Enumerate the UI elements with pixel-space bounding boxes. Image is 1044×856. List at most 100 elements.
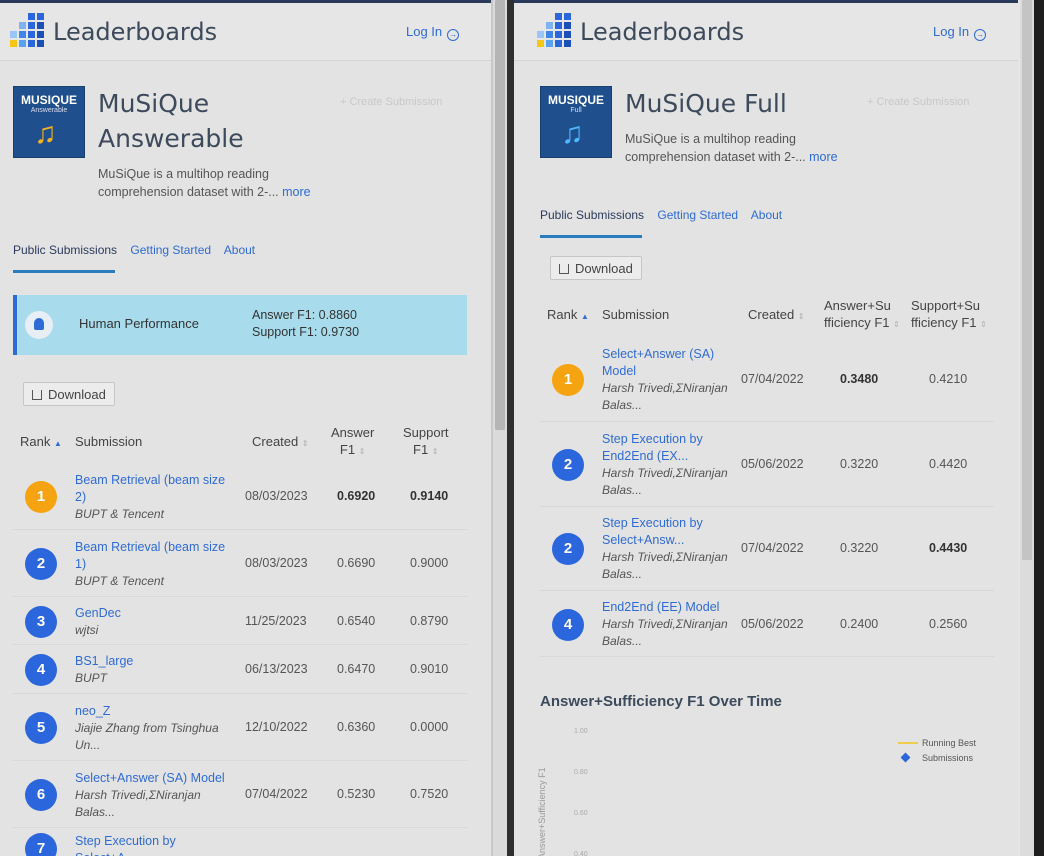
submission-title-cont[interactable]: Model [602, 363, 636, 380]
col-support-sufficiency-f1[interactable]: Support+Su fficiency F1 ⇕ [911, 297, 987, 333]
rank-badge: 1 [25, 481, 57, 513]
submission-title[interactable]: Step Execution by [602, 431, 703, 448]
submission-title[interactable]: BS1_large [75, 653, 133, 670]
submission-title[interactable]: Beam Retrieval (beam size [75, 472, 225, 489]
table-row[interactable]: 2 Beam Retrieval (beam size 1) BUPT & Tence… [13, 531, 467, 597]
submission-title[interactable]: Step Execution by [75, 833, 176, 850]
dataset-thumbnail: MUSIQUE Full ♫ [540, 86, 612, 158]
tab-about[interactable]: About [224, 243, 255, 257]
submission-author: Harsh Trivedi,ΣNiranjan [602, 466, 728, 480]
dataset-description: MuSiQue is a multihop reading comprehens… [98, 167, 311, 199]
submission-author-cont: Balas... [602, 483, 643, 497]
created-date: 07/04/2022 [245, 787, 308, 801]
leaderboards-logo-icon [537, 13, 571, 47]
answer-f1-value: 0.6470 [337, 662, 376, 676]
support-f1-value: 0.0000 [410, 720, 449, 734]
submission-title[interactable]: Select+Answer (SA) Model [75, 770, 225, 787]
create-submission-button[interactable]: + Create Submission [867, 96, 969, 108]
right-leaderboard-pane: Leaderboards Log In → MUSIQUE Full ♫ MuSi… [514, 0, 1018, 856]
answer-f1-value: 0.6920 [337, 489, 376, 503]
col-created[interactable]: Created ⇕ [252, 433, 309, 452]
create-submission-button[interactable]: + Create Submission [340, 96, 442, 108]
col-created[interactable]: Created ⇕ [748, 306, 805, 325]
right-scrollbar[interactable] [1020, 0, 1034, 856]
col-answer-f1[interactable]: Answer F1 ⇕ [331, 424, 374, 460]
human-performance-banner: Human Performance Answer F1: 0.8860 Supp… [13, 295, 467, 355]
tab-getting-started[interactable]: Getting Started [130, 243, 211, 257]
left-leaderboard-pane: Leaderboards Log In → MUSIQUE Answerable … [0, 0, 491, 856]
download-icon [32, 390, 42, 400]
submission-title[interactable]: Select+Answer (SA) [602, 346, 714, 363]
table-row[interactable]: 2 Step Execution by Select+Answ... Harsh Tr… [540, 507, 994, 591]
submission-title-cont[interactable]: Select+A... [75, 850, 136, 856]
rank-badge: 2 [552, 533, 584, 565]
login-link[interactable]: Log In → [933, 24, 987, 41]
download-button[interactable]: Download [550, 256, 642, 280]
right-scrollbar-thumb[interactable] [1022, 0, 1032, 560]
submission-title[interactable]: Beam Retrieval (beam size [75, 539, 225, 556]
answer-f1-value: 0.3220 [840, 457, 879, 471]
answer-f1-value: 0.6540 [337, 613, 376, 628]
support-f1-value: 0.4430 [929, 541, 968, 555]
col-rank[interactable]: Rank ▲ [20, 433, 62, 452]
table-row[interactable]: 4 End2End (EE) Model Harsh Trivedi,ΣNiranj… [540, 592, 994, 657]
tab-public-submissions[interactable]: Public Submissions [13, 243, 117, 257]
rank-badge: 4 [25, 654, 57, 686]
more-link[interactable]: more [282, 185, 310, 199]
rank-badge: 3 [25, 605, 57, 638]
table-row[interactable]: 6 Select+Answer (SA) Model Harsh Trivedi,Σ… [13, 762, 467, 828]
created-date: 07/04/2022 [741, 541, 804, 555]
download-button[interactable]: Download [23, 382, 115, 406]
col-rank[interactable]: Rank ▲ [547, 306, 589, 325]
table-row[interactable]: 2 Step Execution by End2End (EX... Harsh Tr… [540, 423, 994, 507]
created-date: 11/25/2023 [245, 613, 307, 628]
tab-public-submissions[interactable]: Public Submissions [540, 208, 644, 222]
table-row[interactable]: 5 neo_Z Jiajie Zhang from Tsinghua Un... 12/… [13, 695, 467, 761]
pane-divider [507, 0, 514, 856]
music-note-icon: ♫ [561, 117, 584, 150]
submission-author: BUPT [75, 671, 108, 685]
table-row[interactable]: 1 Select+Answer (SA) Model Harsh Trivedi,ΣN… [540, 338, 994, 422]
legend-label: Submissions [922, 753, 974, 763]
submission-title-cont[interactable]: End2End (EX... [602, 448, 688, 465]
left-scrollbar[interactable] [493, 0, 507, 856]
app-title[interactable]: Leaderboards [53, 18, 217, 46]
table-row[interactable]: 1 Beam Retrieval (beam size 2) BUPT & Tence… [13, 464, 467, 530]
y-tick-label: 1.00 [574, 728, 588, 735]
app-title[interactable]: Leaderboards [580, 18, 744, 46]
tab-about[interactable]: About [751, 208, 782, 222]
table-row[interactable]: 3 GenDec wjtsi 11/25/2023 0.6540 0.8790 [13, 598, 467, 645]
created-date: 07/04/2022 [741, 372, 804, 386]
submission-title-cont[interactable]: Select+Answ... [602, 532, 684, 549]
submission-title[interactable]: GenDec [75, 605, 121, 622]
submission-title[interactable]: Step Execution by [602, 515, 703, 532]
answer-f1-value: 0.6690 [337, 556, 376, 570]
left-scrollbar-thumb[interactable] [495, 0, 505, 430]
created-date: 05/06/2022 [741, 457, 804, 471]
col-submission: Submission [602, 307, 670, 322]
tab-getting-started[interactable]: Getting Started [657, 208, 738, 222]
more-link[interactable]: more [809, 150, 837, 164]
col-answer-sufficiency-f1[interactable]: Answer+Su fficiency F1 ⇕ [824, 297, 900, 333]
submission-title[interactable]: End2End (EE) Model [602, 599, 719, 616]
login-arrow-icon: → [447, 29, 460, 41]
login-link[interactable]: Log In → [406, 24, 460, 41]
support-f1-value: 0.9140 [410, 489, 449, 503]
submission-title[interactable]: neo_Z [75, 703, 110, 720]
submission-author-cont: Balas... [602, 567, 643, 581]
created-date: 08/03/2023 [245, 489, 308, 503]
table-row[interactable]: 4 BS1_large BUPT 06/13/2023 0.6470 0.9010 [13, 646, 467, 694]
chart-title: Answer+Sufficiency F1 Over Time [540, 693, 782, 710]
answer-f1-value: 0.5230 [337, 787, 376, 801]
submission-author: BUPT & Tencent [75, 506, 164, 521]
support-f1-value: 0.9000 [410, 556, 449, 570]
submission-title-cont[interactable]: 2) [75, 489, 86, 506]
submission-title-cont[interactable]: 1) [75, 556, 86, 573]
legend-label: Running Best [922, 738, 977, 748]
y-tick-label: 0.40 [574, 851, 588, 856]
col-submission: Submission [75, 434, 143, 449]
table-row[interactable]: 7 Step Execution bySelect+A... [13, 829, 467, 856]
col-support-f1[interactable]: Support F1 ⇕ [403, 424, 449, 460]
rank-badge: 6 [25, 779, 57, 811]
dataset-title: MuSiQue Full [625, 89, 787, 118]
